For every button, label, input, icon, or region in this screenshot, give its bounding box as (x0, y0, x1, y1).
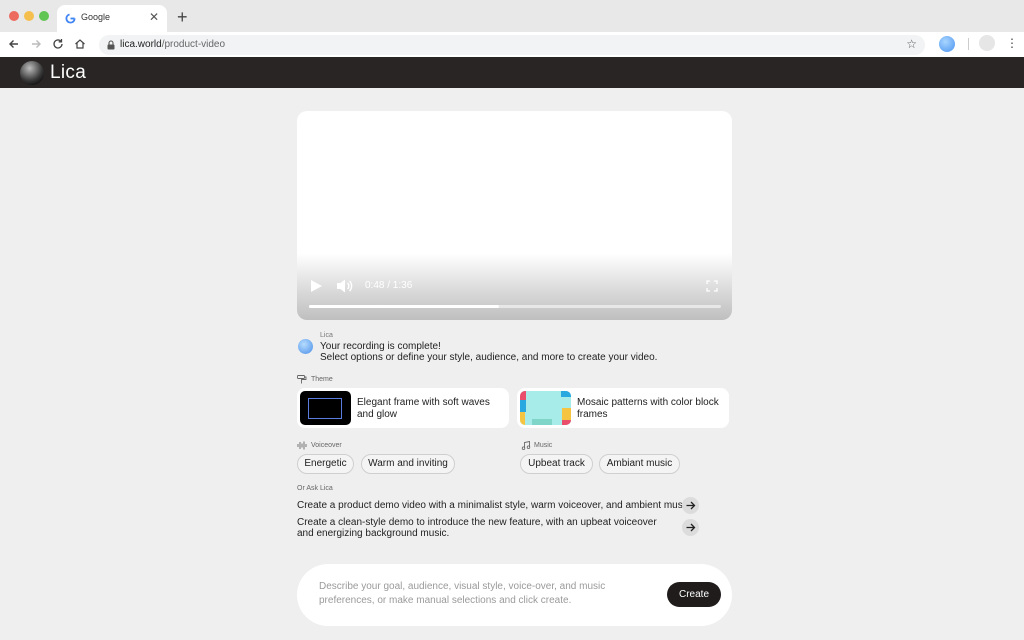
music-label: Music (534, 442, 553, 449)
suggestion-text[interactable]: Create a product demo video with a minim… (297, 500, 697, 511)
browser-toolbar: lica.world/product-video ☆ (0, 32, 1024, 57)
tab-close-icon[interactable]: ✕ (149, 10, 159, 24)
theme-thumbnail (520, 391, 571, 425)
toolbar-divider (968, 38, 969, 50)
theme-option-elegant-frame[interactable]: Elegant frame with soft waves and glow (297, 388, 509, 428)
theme-option-mosaic-patterns[interactable]: Mosaic patterns with color block frames (517, 388, 729, 428)
message-line-1: Your recording is complete! (320, 341, 441, 352)
prompt-input-box[interactable]: Describe your goal, audience, visual sty… (297, 564, 732, 626)
lica-avatar (298, 339, 313, 354)
suggestion-text[interactable]: Create a clean-style demo to introduce t… (297, 517, 667, 539)
address-bar[interactable]: lica.world/product-video ☆ (99, 35, 925, 55)
volume-icon[interactable] (336, 278, 354, 294)
extension-icon[interactable] (939, 36, 955, 52)
voiceover-option-warm-and-inviting[interactable]: Warm and inviting (361, 454, 455, 474)
message-line-2: Select options or define your style, aud… (320, 352, 658, 363)
theme-option-label: Mosaic patterns with color block frames (577, 397, 719, 420)
prompt-placeholder[interactable]: Describe your goal, audience, visual sty… (319, 580, 649, 608)
google-favicon-icon (65, 13, 76, 24)
fullscreen-icon[interactable] (706, 280, 718, 292)
voiceover-label: Voiceover (311, 442, 342, 449)
music-option-ambiant-music[interactable]: Ambiant music (599, 454, 680, 474)
app-logo-text: Lica (50, 62, 87, 83)
arrow-right-icon (686, 501, 696, 510)
url-text: lica.world/product-video (120, 39, 226, 50)
profile-avatar[interactable] (979, 35, 995, 51)
lica-logo-icon (20, 61, 44, 85)
forward-arrow-icon[interactable] (29, 37, 43, 51)
lock-icon (107, 40, 115, 50)
video-progress-bar[interactable] (309, 305, 721, 308)
video-player[interactable]: 0:48 / 1:36 (297, 111, 732, 320)
new-tab-button[interactable]: + (177, 8, 188, 26)
bookmark-star-icon[interactable]: ☆ (906, 37, 917, 51)
tab-title: Google (81, 12, 111, 22)
music-option-upbeat-track[interactable]: Upbeat track (520, 454, 593, 474)
paint-roller-icon (297, 375, 307, 384)
play-icon[interactable] (309, 279, 323, 293)
video-progress-fill (309, 305, 499, 308)
arrow-right-icon (686, 523, 696, 532)
app-header: Lica (0, 57, 1024, 88)
voice-wave-icon (297, 441, 307, 450)
window-maximize-button[interactable] (39, 11, 49, 21)
browser-tab[interactable]: Google ✕ (57, 5, 167, 32)
browser-menu-icon[interactable]: ⋮ (1006, 36, 1018, 50)
back-arrow-icon[interactable] (7, 37, 21, 51)
create-button[interactable]: Create (667, 582, 721, 607)
window-close-button[interactable] (9, 11, 19, 21)
reload-icon[interactable] (51, 37, 65, 51)
theme-thumbnail (300, 391, 351, 425)
ask-lica-label: Or Ask Lica (297, 485, 333, 492)
window-minimize-button[interactable] (24, 11, 34, 21)
theme-option-label: Elegant frame with soft waves and glow (357, 397, 490, 420)
suggestion-submit-button[interactable] (682, 519, 699, 536)
message-sender: Lica (320, 332, 333, 339)
home-icon[interactable] (73, 37, 87, 51)
browser-tab-bar: Google ✕ + (0, 0, 1024, 32)
voiceover-option-energetic[interactable]: Energetic (297, 454, 354, 474)
video-time: 0:48 / 1:36 (365, 280, 413, 291)
suggestion-submit-button[interactable] (682, 497, 699, 514)
music-note-icon (521, 441, 531, 450)
theme-label: Theme (311, 376, 333, 383)
